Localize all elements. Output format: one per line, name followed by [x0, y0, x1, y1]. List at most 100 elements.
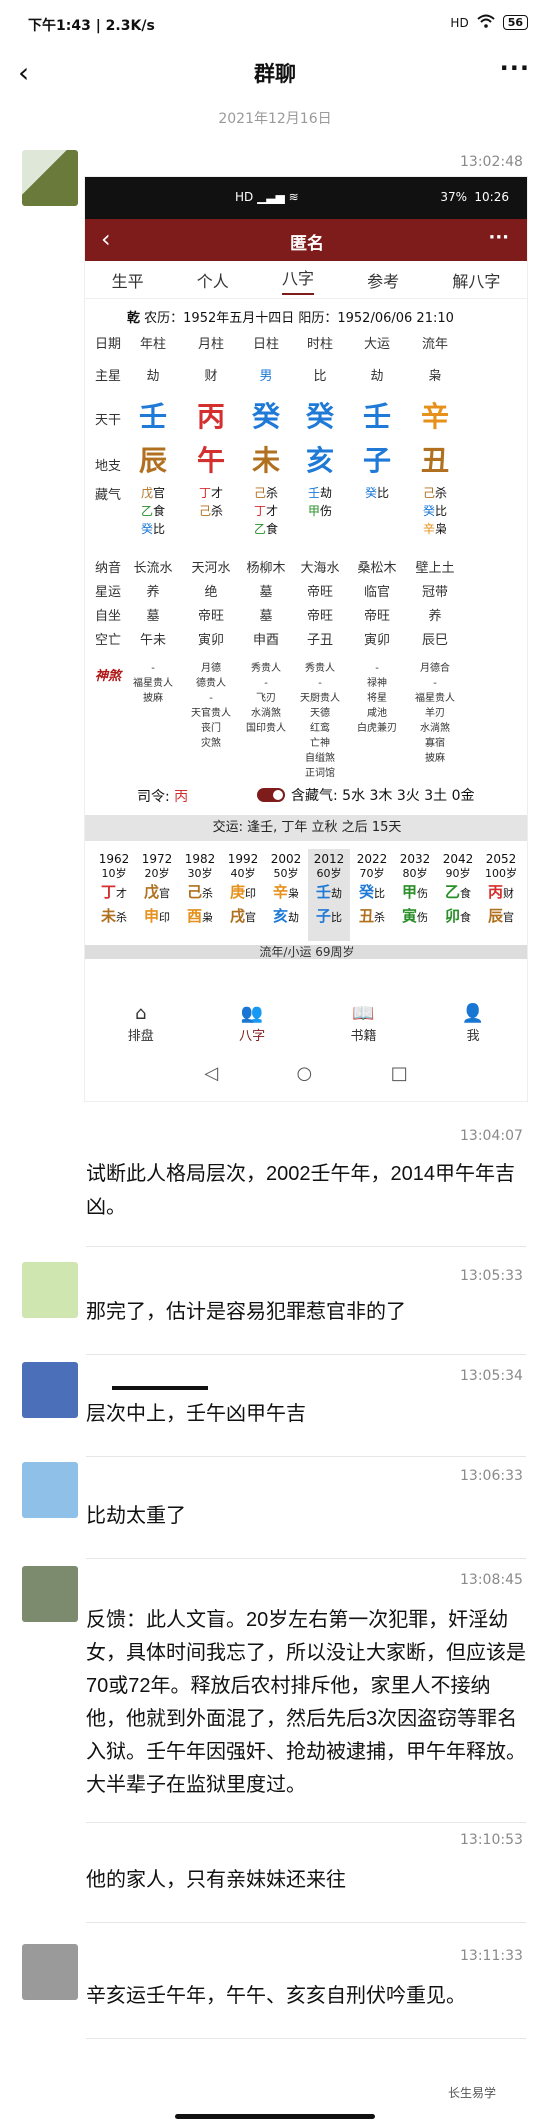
xingyun-cell: 冠带 [421, 585, 448, 600]
dayun-gan: 癸比 [358, 883, 385, 901]
dayun-column[interactable]: 1982 30岁 己杀 酉枭 [179, 849, 221, 941]
shensha-item: 正词馆 [305, 768, 335, 779]
nayin-cell: 长流水 [133, 561, 173, 576]
chart-screenshot-image[interactable]: HD ▁▃▅ ≋ 37% 10:26 ‹ 匿名 ··· 生平 个人 八字 参考 … [84, 176, 528, 1102]
dayun-column[interactable]: 2042 90岁 乙食 卯食 [437, 849, 479, 941]
embedded-nav-1[interactable]: 👥 八字 [239, 999, 265, 1051]
embedded-status-bar: HD ▁▃▅ ≋ 37% 10:26 [85, 177, 527, 219]
message-divider [86, 1922, 526, 1923]
home-circle-icon[interactable]: ○ [297, 1063, 313, 1084]
more-button[interactable]: ··· [500, 54, 530, 82]
dizhi-char: 子 [362, 444, 391, 477]
avatar[interactable] [22, 1462, 78, 1518]
tiangan-char: 丙 [196, 400, 225, 433]
embedded-more-button[interactable]: ··· [488, 227, 509, 248]
dayun-gan: 己杀 [186, 883, 213, 901]
dayun-column[interactable]: 2012 60岁 壬劫 子比 [308, 849, 350, 941]
nayin-cell: 桑松木 [357, 561, 397, 576]
dayun-zhi: 丑杀 [358, 907, 385, 925]
shensha-item: - [318, 678, 322, 689]
canggan-item: 己杀 [253, 486, 279, 500]
canggan-toggle[interactable]: 含藏气: 5水 3木 3火 3土 0金 [257, 785, 475, 805]
dayun-gan: 辛枭 [272, 883, 299, 901]
tab-shengping[interactable]: 生平 [112, 268, 144, 292]
dayun-gan: 壬劫 [315, 883, 342, 901]
kongwang-cell: 寅卯 [363, 633, 390, 648]
message-time: 13:05:33 [460, 1268, 523, 1284]
shensha-item: 水淌煞 [420, 723, 450, 734]
chat-header: ‹ 群聊 ··· [0, 44, 550, 100]
message-text: 比劫太重了 [86, 1505, 186, 1527]
embedded-nav-2[interactable]: 📖 书籍 [350, 999, 376, 1051]
column-header: 大运 [363, 337, 390, 352]
dayun-column[interactable]: 2002 50岁 辛枭 亥劫 [265, 849, 307, 941]
dayun-zhi: 未杀 [100, 907, 127, 925]
shensha-item: 福星贵人 [133, 678, 173, 689]
embedded-header: ‹ 匿名 ··· [85, 219, 527, 261]
dayun-age: 60岁 [316, 867, 342, 880]
dizhi-char: 午 [196, 444, 225, 477]
shensha-item: 白虎兼刃 [357, 723, 397, 734]
tab-bazi[interactable]: 八字 [281, 265, 314, 295]
shensha-item: 将星 [367, 693, 387, 704]
dayun-column[interactable]: 1992 40岁 庚印 戌官 [222, 849, 264, 941]
dayun-year: 2002 [270, 852, 302, 866]
dayun-gan: 乙食 [444, 883, 471, 901]
shensha-item: 羊刃 [425, 708, 445, 719]
shensha-item: - [151, 663, 155, 674]
dizhi-char: 未 [251, 444, 280, 477]
dayun-gan: 甲伤 [401, 883, 428, 901]
tab-geren[interactable]: 个人 [197, 268, 229, 292]
dayun-column[interactable]: 2052 100岁 丙财 辰官 [480, 849, 522, 941]
message-time: 13:02:48 [460, 154, 523, 170]
dayun-column[interactable]: 1962 10岁 丁才 未杀 [93, 849, 135, 941]
dayun-column[interactable]: 2022 70岁 癸比 丑杀 [351, 849, 393, 941]
shensha-item: 灾煞 [201, 738, 221, 749]
dayun-age: 50岁 [273, 867, 299, 880]
people-icon: 👥 [240, 1003, 264, 1024]
shensha-item: - [264, 678, 268, 689]
signal-icon: HD [450, 15, 469, 30]
toggle-switch[interactable] [257, 788, 285, 802]
message-divider [86, 1354, 526, 1355]
main-star: 劫 [146, 369, 160, 384]
dayun-gan: 庚印 [229, 883, 256, 901]
canggan-item: 癸比 [140, 522, 166, 536]
avatar[interactable] [22, 1262, 78, 1318]
tiangan-char: 壬 [138, 400, 167, 433]
row-label-kongwang: 空亡 [95, 633, 122, 648]
back-icon[interactable]: ◁ [204, 1063, 218, 1084]
message-time: 13:04:07 [460, 1128, 523, 1144]
avatar[interactable] [22, 1362, 78, 1418]
xingyun-cell: 墓 [259, 585, 273, 600]
shensha-item: 披麻 [143, 693, 163, 704]
embedded-nav-0[interactable]: ⌂ 排盘 [128, 999, 154, 1051]
dayun-year: 2052 [485, 852, 517, 866]
tab-jiebazi[interactable]: 解八字 [452, 268, 500, 292]
row-label-nayin: 纳音 [95, 561, 122, 576]
avatar[interactable] [22, 150, 78, 206]
message-text: 辛亥运壬午年，午午、亥亥自刑伏吟重见。 [86, 1985, 466, 2007]
recents-icon[interactable]: □ [391, 1063, 408, 1084]
embedded-nav-3[interactable]: 👤 我 [462, 999, 484, 1051]
row-label-zizuo: 自坐 [95, 609, 122, 624]
column-header: 月柱 [197, 337, 224, 352]
canggan-item: 癸比 [422, 504, 448, 518]
xingyun-cell: 绝 [204, 585, 218, 600]
shensha-item: - [433, 678, 437, 689]
redaction-bar [112, 1386, 208, 1390]
dayun-column[interactable]: 1972 20岁 戊官 申印 [136, 849, 178, 941]
canggan-item: 癸比 [364, 486, 390, 500]
zizuo-cell: 墓 [259, 609, 273, 624]
dayun-column[interactable]: 2032 80岁 甲伤 寅伤 [394, 849, 436, 941]
message-text: 反馈：此人文盲。20岁左右第一次犯罪，奸淫幼女，具体时间我忘了，所以没让大家断，… [86, 1609, 526, 1796]
message-divider [86, 1246, 526, 1247]
avatar[interactable] [22, 1566, 78, 1622]
row-label-shensha: 神煞 [95, 669, 122, 684]
avatar[interactable] [22, 1944, 78, 2000]
zizuo-cell: 帝旺 [197, 609, 224, 624]
main-star: 男 [259, 369, 273, 384]
dayun-year: 1992 [227, 852, 259, 866]
tab-cankao[interactable]: 参考 [367, 268, 399, 292]
jiaoyun-bar: 交运: 逢壬, 丁年 立秋 之后 15天 [85, 815, 527, 841]
